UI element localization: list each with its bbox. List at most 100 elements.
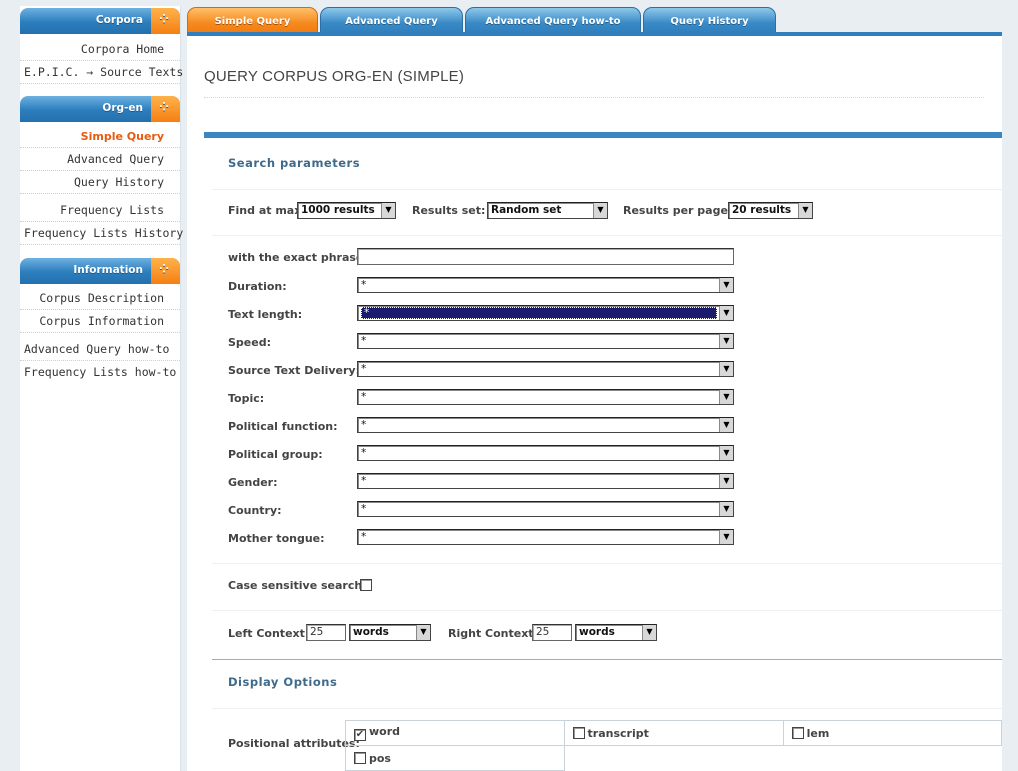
- right-context-unit-value: words: [579, 626, 615, 638]
- results-per-page-label: Results per page:: [623, 204, 733, 217]
- attribute-label: transcript: [587, 726, 649, 740]
- case-sensitive-label: Case sensitive search: [228, 579, 363, 592]
- dots-icon: ⁘: [159, 12, 170, 26]
- case-sensitive-checkbox[interactable]: [360, 579, 372, 591]
- sidebar-item-corpus-description[interactable]: Corpus Description: [20, 287, 180, 310]
- attribute-cell-pos[interactable]: pos: [345, 745, 565, 771]
- filter-label-political-group: Political group:: [228, 448, 323, 461]
- window-edge: [1002, 0, 1018, 771]
- exact-phrase-input[interactable]: [357, 248, 734, 265]
- results-set-label: Results set:: [412, 204, 486, 217]
- sidebar-item-epic-source-texts[interactable]: E.P.I.C. → Source Texts: [20, 61, 183, 84]
- tab-advanced-query[interactable]: Advanced Query: [320, 7, 463, 33]
- chevron-down-icon: ▼: [798, 203, 812, 218]
- chevron-down-icon: ▼: [719, 446, 733, 460]
- speed-value: *: [361, 335, 367, 347]
- divider: [212, 189, 1002, 190]
- tab-simple-query[interactable]: Simple Query: [187, 7, 318, 33]
- right-context-unit-select[interactable]: words ▼: [575, 624, 657, 641]
- chevron-down-icon: ▼: [719, 306, 733, 320]
- search-parameters-title: Search parameters: [228, 156, 361, 170]
- left-context-input[interactable]: 25: [306, 624, 346, 641]
- main-content: QUERY CORPUS ORG-EN (SIMPLE) Search para…: [187, 36, 1003, 771]
- page-title: QUERY CORPUS ORG-EN (SIMPLE): [204, 68, 465, 85]
- divider: [212, 563, 1002, 564]
- results-set-select[interactable]: Random set ▼: [487, 202, 608, 219]
- results-per-page-value: 20 results: [732, 204, 792, 216]
- filter-label-political-function: Political function:: [228, 420, 338, 433]
- filter-label-gender: Gender:: [228, 476, 278, 489]
- sidebar-item-frequency-lists-howto[interactable]: Frequency Lists how-to: [20, 361, 180, 384]
- results-set-value: Random set: [491, 204, 562, 216]
- country-select[interactable]: * ▼: [357, 501, 734, 517]
- chevron-down-icon: ▼: [719, 390, 733, 404]
- query-form: Search parameters Find at max 1000 resul…: [212, 138, 1003, 771]
- source-text-delivery-value: *: [361, 363, 367, 375]
- sidebar: Corpora ⁘ Corpora Home E.P.I.C. → Source…: [20, 6, 183, 771]
- chevron-down-icon: ▼: [593, 203, 607, 218]
- sidebar-item-advanced-query[interactable]: Advanced Query: [20, 148, 180, 171]
- filter-label-topic: Topic:: [228, 392, 265, 405]
- right-context-label: Right Context:: [448, 627, 538, 640]
- find-at-max-label: Find at max: [228, 204, 302, 217]
- duration-select[interactable]: * ▼: [357, 277, 734, 293]
- pos-checkbox[interactable]: [354, 751, 366, 764]
- attribute-cell-transcript[interactable]: transcript: [563, 720, 784, 746]
- divider: [212, 610, 1002, 611]
- chevron-down-icon: ▼: [719, 362, 733, 376]
- attribute-cell-lem[interactable]: lem: [782, 720, 1003, 746]
- left-context-label: Left Context:: [228, 627, 310, 640]
- positional-attributes-label: Positional attributes:: [228, 737, 360, 750]
- find-at-max-value: 1000 results: [301, 204, 375, 216]
- sidebar-header-accent: ⁘: [151, 96, 180, 122]
- divider: [212, 708, 1002, 709]
- topic-select[interactable]: * ▼: [357, 389, 734, 405]
- chevron-down-icon: ▼: [719, 334, 733, 348]
- dots-icon: ⁘: [159, 262, 170, 276]
- find-at-max-select[interactable]: 1000 results ▼: [297, 202, 396, 219]
- duration-value: *: [361, 279, 367, 291]
- sidebar-item-simple-query[interactable]: Simple Query: [20, 125, 180, 148]
- exact-phrase-label: with the exact phrase:: [228, 251, 368, 264]
- tab-advanced-query-howto[interactable]: Advanced Query how-to: [465, 7, 641, 33]
- positional-attributes-table: ✔ word transcript lem pos: [345, 720, 1003, 771]
- sidebar-header-accent: ⁘: [151, 8, 180, 34]
- filter-label-country: Country:: [228, 504, 282, 517]
- speed-select[interactable]: * ▼: [357, 333, 734, 349]
- source-text-delivery-select[interactable]: * ▼: [357, 361, 734, 377]
- right-context-input[interactable]: 25: [532, 624, 572, 641]
- word-checkbox[interactable]: ✔: [354, 729, 366, 741]
- results-per-page-select[interactable]: 20 results ▼: [728, 202, 813, 219]
- chevron-down-icon: ▼: [719, 418, 733, 432]
- sidebar-item-frequency-lists-history[interactable]: Frequency Lists History: [20, 222, 183, 245]
- sidebar-header-label: Org-en: [102, 102, 143, 114]
- chevron-down-icon: ▼: [719, 530, 733, 544]
- text-length-select[interactable]: * ▼: [357, 305, 734, 321]
- transcript-checkbox[interactable]: [572, 726, 585, 739]
- chevron-down-icon: ▼: [381, 203, 395, 218]
- sidebar-item-corpus-information[interactable]: Corpus Information: [20, 310, 180, 333]
- sidebar-item-advanced-query-howto[interactable]: Advanced Query how-to: [20, 338, 180, 361]
- lem-checkbox[interactable]: [791, 726, 804, 739]
- mother-tongue-select[interactable]: * ▼: [357, 529, 734, 545]
- left-context-unit-value: words: [353, 626, 389, 638]
- filter-label-text-length: Text length:: [228, 308, 303, 321]
- sidebar-item-frequency-lists[interactable]: Frequency Lists: [20, 199, 180, 222]
- attribute-label: word: [369, 725, 401, 738]
- sidebar-item-corpora-home[interactable]: Corpora Home: [20, 38, 180, 61]
- attribute-cell-word[interactable]: ✔ word: [345, 720, 565, 746]
- tab-query-history[interactable]: Query History: [643, 7, 776, 33]
- empty-cell: [783, 746, 1001, 771]
- left-context-unit-select[interactable]: words ▼: [349, 624, 431, 641]
- chevron-down-icon: ▼: [719, 278, 733, 292]
- political-group-select[interactable]: * ▼: [357, 445, 734, 461]
- gender-select[interactable]: * ▼: [357, 473, 734, 489]
- political-function-value: *: [361, 419, 367, 431]
- chevron-down-icon: ▼: [642, 625, 656, 640]
- mother-tongue-value: *: [361, 531, 367, 543]
- political-function-select[interactable]: * ▼: [357, 417, 734, 433]
- filter-label-speed: Speed:: [228, 336, 271, 349]
- empty-cell: [564, 746, 783, 771]
- sidebar-header-label: Information: [73, 264, 143, 276]
- sidebar-item-query-history[interactable]: Query History: [20, 171, 180, 194]
